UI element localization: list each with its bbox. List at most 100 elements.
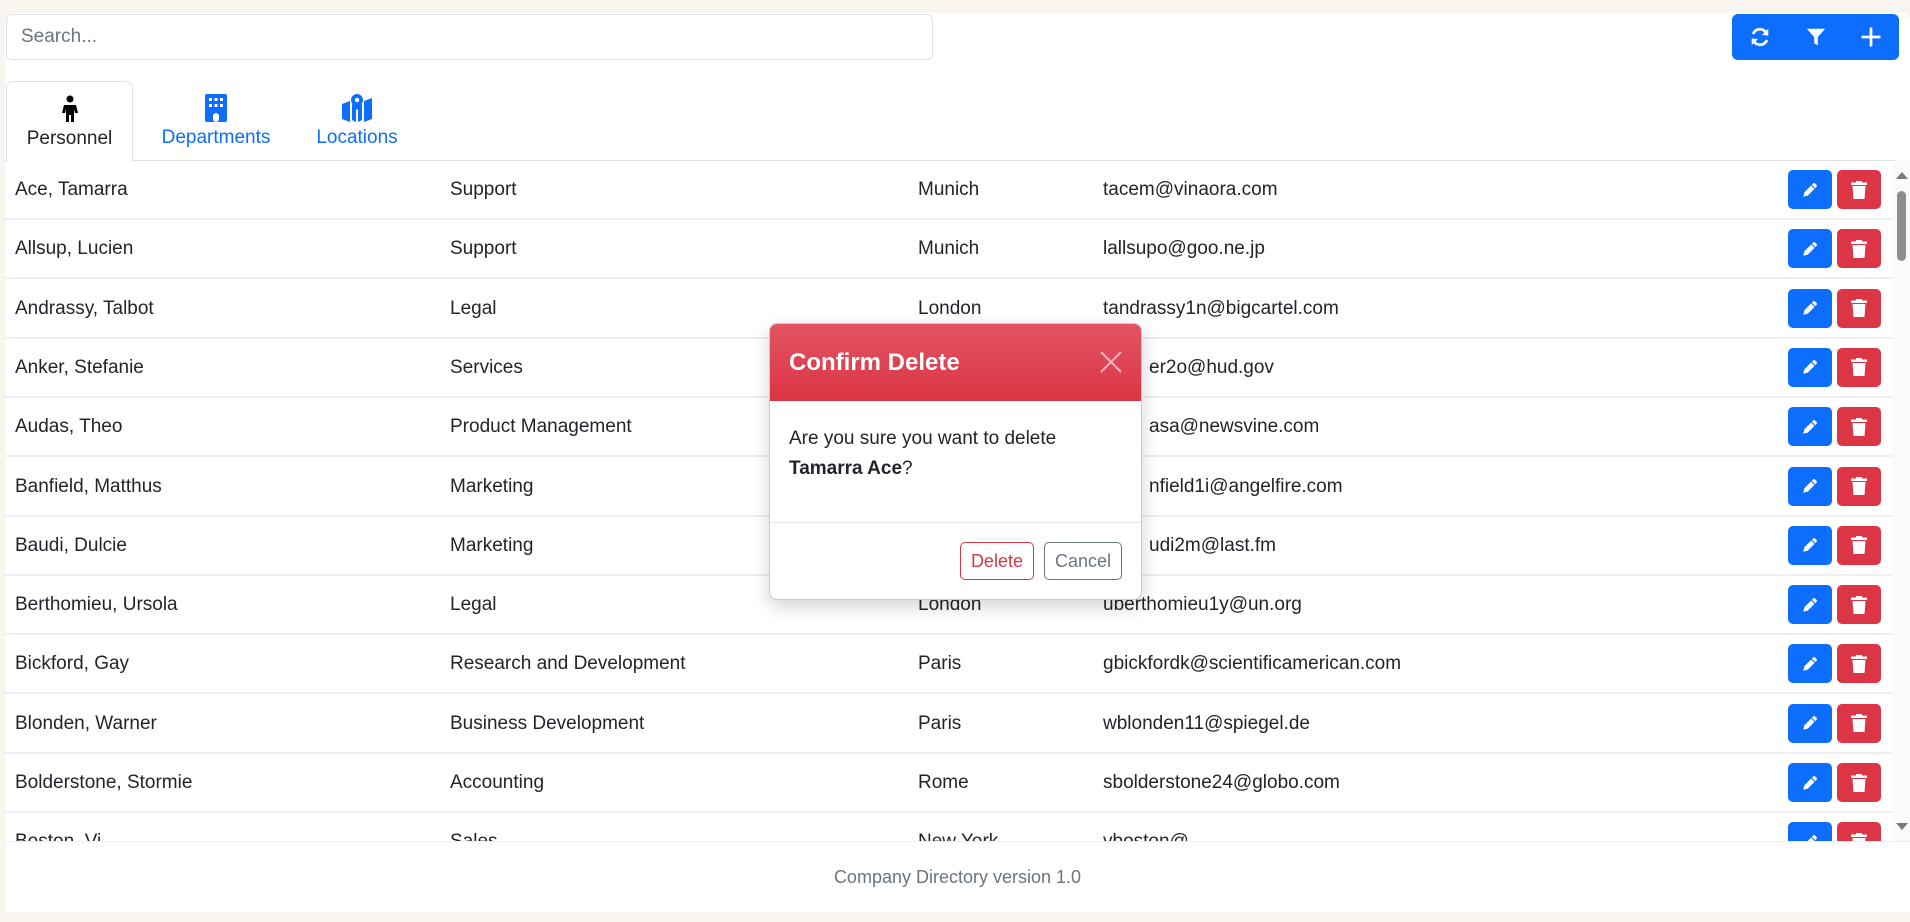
personnel-name: Bolderstone, Stormie — [15, 772, 193, 793]
personnel-department: Services — [450, 356, 523, 378]
personnel-location: Munich — [918, 238, 980, 260]
delete-button[interactable] — [1837, 229, 1881, 269]
personnel-department: Legal — [450, 594, 497, 616]
edit-button[interactable] — [1788, 703, 1832, 743]
trash-icon — [1851, 239, 1867, 258]
scroll-down-arrow-icon[interactable] — [1896, 823, 1908, 830]
toolbar-button-group — [1732, 14, 1899, 60]
personnel-name: Audas, Theo — [15, 416, 123, 438]
trash-icon — [1851, 299, 1867, 318]
close-icon — [1100, 351, 1122, 373]
personnel-location: Paris — [918, 712, 962, 734]
tab-locations-label: Locations — [316, 127, 398, 148]
modal-footer: Delete Cancel — [770, 523, 1141, 599]
add-button[interactable] — [1843, 14, 1899, 60]
personnel-email: lallsupo@goo.ne.jp — [1103, 238, 1265, 260]
edit-button[interactable] — [1788, 466, 1832, 506]
close-button[interactable] — [1099, 350, 1123, 374]
pencil-icon — [1803, 597, 1817, 612]
personnel-email: vboston@ — [1103, 813, 1189, 841]
trash-icon — [1851, 477, 1867, 495]
delete-button[interactable] — [1837, 763, 1881, 802]
tab-personnel-label: Personnel — [26, 128, 113, 149]
personnel-department: Marketing — [450, 534, 534, 556]
modal-target-name: Tamarra Ace — [789, 458, 903, 479]
tab-locations[interactable]: Locations — [295, 81, 419, 161]
pencil-icon — [1803, 182, 1817, 197]
edit-button[interactable] — [1788, 585, 1832, 625]
table-row[interactable]: Bolderstone, Stormie Accounting Rome sbolde… — [5, 754, 1892, 813]
delete-button[interactable] — [1837, 288, 1881, 328]
trash-icon — [1851, 536, 1867, 555]
table-row[interactable]: Bickford, Gay Research and Development Par… — [5, 635, 1892, 695]
modal-message: Are you sure you want to delete — [789, 428, 1057, 449]
edit-button[interactable] — [1788, 822, 1832, 841]
table-row[interactable]: Allsup, Lucien Support Munich lallsupo@goo.… — [5, 220, 1892, 280]
personnel-email: gbickfordk@scientificamerican.com — [1103, 653, 1402, 675]
personnel-email: nfield1i@angelfire.com — [1149, 475, 1343, 497]
building-icon — [205, 93, 227, 123]
edit-button[interactable] — [1788, 170, 1832, 209]
refresh-button[interactable] — [1732, 14, 1788, 60]
scrollbar-thumb[interactable] — [1897, 191, 1906, 261]
pencil-icon — [1803, 479, 1817, 493]
delete-button[interactable] — [1837, 347, 1881, 387]
table-scrollbar[interactable] — [1893, 161, 1910, 841]
delete-button[interactable] — [1837, 466, 1881, 506]
edit-button[interactable] — [1788, 525, 1832, 565]
trash-icon — [1851, 358, 1867, 377]
edit-button[interactable] — [1788, 347, 1832, 387]
delete-button[interactable] — [1837, 407, 1881, 447]
person-icon — [61, 94, 78, 124]
table-row[interactable]: Boston, Vi Sales New York vboston@ — [5, 813, 1892, 841]
confirm-delete-button[interactable]: Delete — [959, 542, 1034, 580]
modal-title: Confirm Delete — [789, 348, 960, 376]
trash-icon — [1851, 832, 1867, 841]
edit-button[interactable] — [1788, 229, 1832, 269]
delete-button[interactable] — [1837, 585, 1881, 625]
footer-text: Company Directory version 1.0 — [833, 866, 1082, 887]
pencil-icon — [1803, 301, 1817, 315]
scroll-up-arrow-icon[interactable] — [1896, 172, 1908, 179]
modal-header: Confirm Delete — [770, 324, 1141, 401]
delete-button[interactable] — [1837, 703, 1881, 743]
pencil-icon — [1803, 241, 1817, 256]
edit-button[interactable] — [1788, 644, 1832, 684]
pencil-icon — [1803, 360, 1817, 375]
footer: Company Directory version 1.0 — [5, 841, 1910, 912]
tab-departments[interactable]: Departments — [140, 81, 292, 161]
personnel-department: Product Management — [450, 416, 632, 438]
personnel-email: er2o@hud.gov — [1149, 356, 1274, 378]
modal-body: Are you sure you want to delete Tamarra … — [770, 401, 1141, 523]
personnel-location: New York — [918, 813, 998, 841]
delete-button[interactable] — [1837, 170, 1881, 209]
delete-button[interactable] — [1837, 525, 1881, 565]
personnel-department: Sales — [450, 813, 498, 841]
filter-button[interactable] — [1788, 14, 1844, 60]
personnel-name: Banfield, Matthus — [15, 475, 162, 497]
personnel-department: Legal — [450, 297, 497, 319]
table-row[interactable]: Ace, Tamarra Support Munich tacem@vinaora.c… — [5, 161, 1892, 220]
personnel-name: Ace, Tamarra — [15, 179, 128, 200]
personnel-email: udi2m@last.fm — [1149, 534, 1276, 556]
edit-button[interactable] — [1788, 763, 1832, 802]
pencil-icon — [1803, 538, 1817, 553]
pencil-icon — [1803, 716, 1817, 730]
pencil-icon — [1807, 834, 1817, 841]
edit-button[interactable] — [1788, 288, 1832, 328]
personnel-name: Andrassy, Talbot — [15, 297, 154, 319]
cancel-button[interactable]: Cancel — [1043, 542, 1122, 580]
search-input[interactable] — [6, 14, 933, 60]
personnel-department: Support — [450, 238, 517, 260]
delete-button[interactable] — [1837, 822, 1881, 841]
delete-button[interactable] — [1837, 644, 1881, 684]
trash-icon — [1851, 773, 1867, 792]
edit-button[interactable] — [1788, 407, 1832, 447]
personnel-email: sbolderstone24@globo.com — [1103, 772, 1340, 793]
personnel-email: wblonden11@spiegel.de — [1103, 712, 1310, 734]
tab-bar: Personnel Departments Locations — [5, 81, 1895, 162]
personnel-name: Anker, Stefanie — [15, 356, 144, 378]
table-row[interactable]: Blonden, Warner Business Development Paris… — [5, 695, 1892, 754]
tab-personnel[interactable]: Personnel — [6, 81, 133, 162]
map-location-icon — [342, 93, 372, 123]
